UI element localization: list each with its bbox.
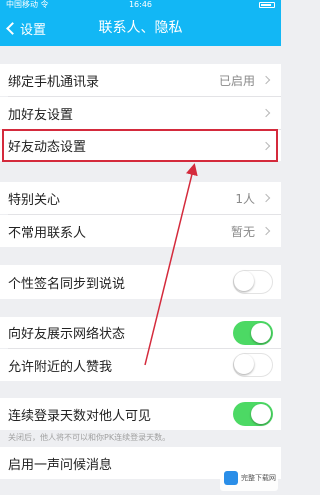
annotation-arrow [144, 163, 198, 366]
watermark-logo: 完整下载网 [220, 465, 278, 491]
watermark-icon [224, 471, 238, 485]
watermark-text: 完整下载网 [241, 474, 276, 482]
